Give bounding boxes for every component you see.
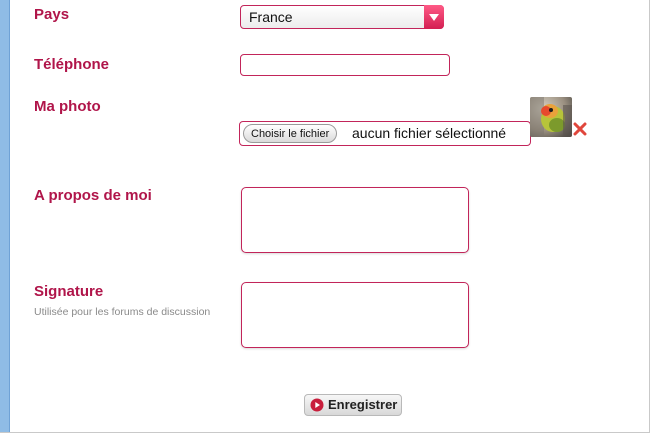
bird-photo-thumbnail-icon [530,97,572,137]
chevron-down-icon[interactable] [424,5,444,29]
signature-textarea[interactable] [241,282,469,348]
about-textarea[interactable] [241,187,469,253]
telephone-input[interactable] [240,54,450,76]
photo-label: Ma photo [34,98,101,115]
signature-label: Signature [34,283,104,300]
pays-label: Pays [34,6,70,23]
choose-file-button[interactable]: Choisir le fichier [243,124,338,143]
play-circle-icon [310,398,324,412]
close-icon[interactable] [573,122,587,136]
telephone-label: Téléphone [34,56,110,73]
pays-select[interactable]: France [240,5,444,29]
file-status-text: aucun fichier sélectionné [352,125,507,141]
signature-hint: Utilisée pour les forums de discussion [34,306,211,318]
save-button-label: Enregistrer [328,397,398,412]
left-sidebar-edge [0,0,10,433]
photo-file-input[interactable]: Choisir le fichier aucun fichier sélecti… [239,121,531,146]
pays-selected-value: France [249,9,293,25]
save-button[interactable]: Enregistrer [304,394,402,416]
about-label: A propos de moi [34,187,152,204]
